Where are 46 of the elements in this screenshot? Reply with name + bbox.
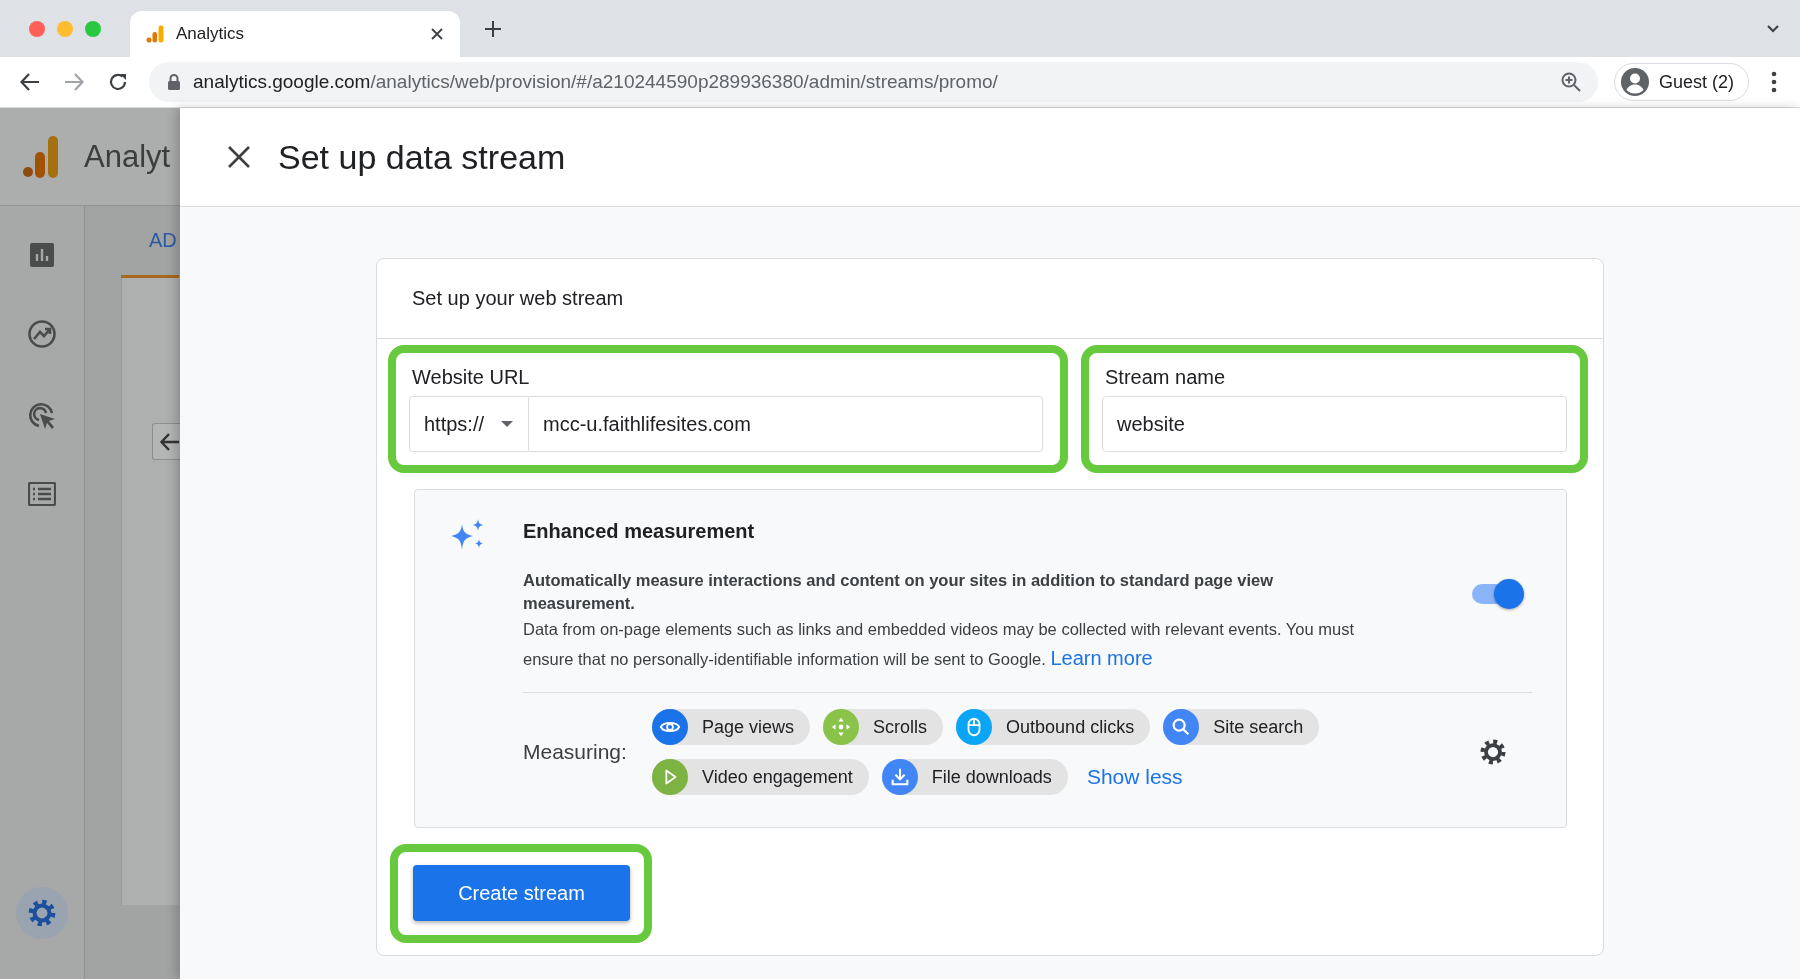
lock-icon	[167, 73, 181, 91]
address-bar[interactable]: analytics.google.com/analytics/web/provision/#/a210244590p289936380/admin/streams/promo/	[149, 62, 1598, 102]
close-icon[interactable]	[227, 145, 251, 169]
chip-label: Outbound clicks	[1006, 716, 1135, 738]
close-icon[interactable]	[430, 27, 444, 41]
section-title: Enhanced measurement	[523, 519, 756, 544]
summary-text: Automatically measure interactions and content on your sites in addition to standard page view measurement.	[523, 570, 1274, 614]
settings-icon	[26, 897, 58, 929]
new-tab-icon[interactable]	[484, 19, 502, 38]
description-text: Data from on-page elements such as links and embedded videos may be collected with relevant events. You must ensure that no personally-identifiable information will be sent to Google. Learn more	[523, 619, 1355, 671]
chip-label: Page views	[702, 716, 795, 738]
zoom-in-icon[interactable]	[1559, 71, 1582, 93]
create-stream-button[interactable]: Create stream	[413, 865, 630, 921]
browser-tab[interactable]: Analytics	[130, 11, 460, 57]
reload-icon[interactable]	[107, 71, 129, 93]
caret-icon	[500, 420, 514, 428]
stream-name-field[interactable]: website	[1102, 396, 1567, 452]
chip-label: Scrolls	[873, 716, 928, 738]
analytics-logo-icon	[146, 25, 164, 43]
chip-label: File downloads	[931, 766, 1052, 788]
trend-chart-icon[interactable]	[26, 318, 58, 350]
show-less-link[interactable]: Show less	[1086, 765, 1183, 789]
chip-label: Video engagement	[702, 766, 853, 788]
profile-button[interactable]: Guest (2)	[1613, 63, 1749, 101]
analytics-logo-icon	[22, 134, 58, 179]
list-icon[interactable]	[28, 482, 56, 506]
learn-more-link[interactable]: Learn more	[1050, 647, 1153, 669]
panel-title: Set up data stream	[278, 137, 566, 177]
settings-button[interactable]	[16, 887, 68, 939]
collapse-button[interactable]	[152, 423, 180, 460]
chevron-down-icon[interactable]	[1766, 23, 1780, 34]
url-input[interactable]: mcc-u.faithlifesites.com	[529, 396, 1043, 452]
field-label: Website URL	[411, 365, 531, 390]
card-title: Set up your web stream	[377, 259, 1603, 339]
tab-title: Analytics	[176, 24, 246, 44]
settings-icon[interactable]	[1478, 737, 1508, 767]
app-title: Analyt	[84, 138, 171, 175]
more-menu-icon[interactable]	[1771, 71, 1777, 93]
avatar-icon	[1620, 68, 1649, 96]
bar-chart-icon[interactable]	[29, 242, 55, 268]
chip-label: Site search	[1213, 716, 1304, 738]
protocol-dropdown[interactable]: https://	[409, 396, 529, 452]
toggle-switch[interactable]	[1472, 579, 1524, 609]
back-arrow-icon[interactable]	[19, 71, 41, 93]
measuring-label: Measuring:	[523, 740, 628, 764]
field-label: Stream name	[1104, 365, 1227, 390]
